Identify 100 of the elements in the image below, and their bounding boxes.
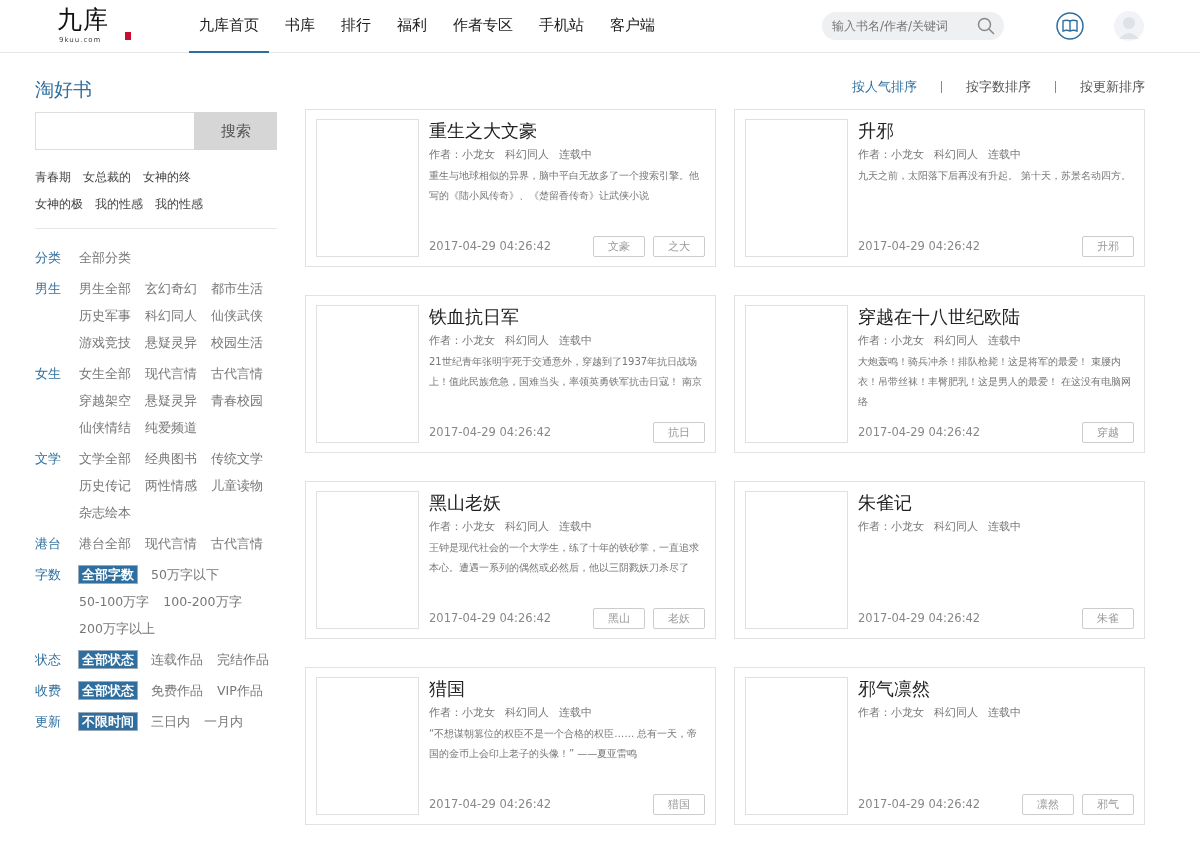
- tag-button[interactable]: 朱雀: [1082, 607, 1134, 629]
- nav-link[interactable]: 客户端: [600, 0, 665, 53]
- filter-option[interactable]: 全部状态: [78, 681, 138, 700]
- filter-option[interactable]: 玄幻奇幻: [144, 279, 198, 298]
- filter-option[interactable]: 悬疑灵异: [144, 391, 198, 410]
- filter-option[interactable]: 连载作品: [150, 650, 204, 669]
- filter-option[interactable]: 完结作品: [216, 650, 270, 669]
- filter-option[interactable]: 纯爱频道: [144, 418, 198, 437]
- filter-option[interactable]: 一月内: [203, 712, 244, 731]
- filter-option[interactable]: 儿童读物: [210, 476, 264, 495]
- search-field[interactable]: 输入书名/作者/关键词: [822, 12, 1004, 40]
- filter-option[interactable]: 古代言情: [210, 534, 264, 553]
- nav-link[interactable]: 书库: [275, 0, 325, 53]
- nav-link[interactable]: 手机站: [529, 0, 594, 53]
- book-title[interactable]: 邪气凛然: [858, 677, 1134, 701]
- filter-option[interactable]: 悬疑灵异: [144, 333, 198, 352]
- tag-link[interactable]: 我的性感: [95, 194, 143, 215]
- filter-option[interactable]: 都市生活: [210, 279, 264, 298]
- filter-option[interactable]: 游戏竞技: [78, 333, 132, 352]
- filter-option[interactable]: 50万字以下: [150, 565, 220, 584]
- filter-option[interactable]: 古代言情: [210, 364, 264, 383]
- filter-option[interactable]: 文学全部: [78, 449, 132, 468]
- book-title[interactable]: 朱雀记: [858, 491, 1134, 515]
- filter-option[interactable]: 青春校园: [210, 391, 264, 410]
- tag-button[interactable]: 黑山: [593, 607, 645, 629]
- filter-option[interactable]: 经典图书: [144, 449, 198, 468]
- filter-option[interactable]: 男生全部: [78, 279, 132, 298]
- nav-link[interactable]: 福利: [387, 0, 437, 53]
- book-cover[interactable]: [745, 305, 848, 443]
- tag-link[interactable]: 女神的终: [143, 167, 191, 188]
- filter-option[interactable]: 200万字以上: [78, 619, 156, 638]
- tag-link[interactable]: 女神的极: [35, 194, 83, 215]
- update-time: 2017-04-29 04:26:42: [429, 611, 552, 625]
- filter-option[interactable]: 现代言情: [144, 534, 198, 553]
- filter-option[interactable]: 科幻同人: [144, 306, 198, 325]
- search-icon[interactable]: [977, 17, 995, 35]
- filter-option[interactable]: 现代言情: [144, 364, 198, 383]
- tag-button[interactable]: 邪气: [1082, 793, 1134, 815]
- book-title[interactable]: 黑山老妖: [429, 491, 705, 515]
- book-summary: 21世纪青年张明宇死于交通意外，穿越到了1937年抗日战场上！值此民族危急，国难当头，率领英勇铁军抗击日寇！ 南京: [429, 355, 704, 389]
- nav-link[interactable]: 排行: [331, 0, 381, 53]
- nav-link[interactable]: 九库首页: [189, 0, 269, 53]
- tag-button[interactable]: 老妖: [653, 607, 705, 629]
- tag-link[interactable]: 女总裁的: [83, 167, 131, 188]
- book-title[interactable]: 升邪: [858, 119, 1134, 143]
- book-cover[interactable]: [316, 491, 419, 629]
- filter-option[interactable]: 全部分类: [78, 248, 132, 267]
- book-cover[interactable]: [316, 305, 419, 443]
- filter-option[interactable]: 50-100万字: [78, 592, 151, 611]
- book-cover[interactable]: [316, 119, 419, 257]
- tag-button[interactable]: 文豪: [593, 235, 645, 257]
- filter-option[interactable]: 传统文学: [210, 449, 264, 468]
- filter-option[interactable]: 不限时间: [78, 712, 138, 731]
- book-icon[interactable]: [1056, 12, 1084, 40]
- filter-option[interactable]: 穿越架空: [78, 391, 132, 410]
- sort-link[interactable]: 按更新排序: [1080, 78, 1145, 96]
- filter-option[interactable]: 历史军事: [78, 306, 132, 325]
- book-cover[interactable]: [316, 677, 419, 815]
- tag-button[interactable]: 穿越: [1082, 421, 1134, 443]
- filter-option[interactable]: 女生全部: [78, 364, 132, 383]
- book-title[interactable]: 重生之大文豪: [429, 119, 705, 143]
- book-summary: 重生与地球相似的异界，脑中平白无故多了一个搜索引擎。他写的《陆小凤传奇》、《楚留香传奇》让武侠小说: [429, 169, 700, 203]
- tag-link[interactable]: 青春期: [35, 167, 71, 188]
- status-text: 连载中: [988, 705, 1021, 720]
- sort-link[interactable]: 按人气排序: [852, 78, 917, 96]
- filter-option[interactable]: 免费作品: [150, 681, 204, 700]
- book-cover[interactable]: [745, 677, 848, 815]
- author-text: 作者：小龙女: [429, 519, 495, 534]
- filter-option[interactable]: 100-200万字: [162, 592, 243, 611]
- avatar-icon[interactable]: [1114, 11, 1144, 41]
- nav-link[interactable]: 作者专区: [443, 0, 523, 53]
- book-title[interactable]: 穿越在十八世纪欧陆: [858, 305, 1134, 329]
- book-cover[interactable]: [745, 119, 848, 257]
- tag-button[interactable]: 猎国: [653, 793, 705, 815]
- filter-option[interactable]: 三日内: [150, 712, 191, 731]
- book-title[interactable]: 猎国: [429, 677, 705, 701]
- tag-button[interactable]: 抗日: [653, 421, 705, 443]
- filter-option[interactable]: 校园生活: [210, 333, 264, 352]
- filter-option[interactable]: 杂志绘本: [78, 503, 132, 522]
- filter-label: 更新: [35, 713, 62, 731]
- book-summary: 大炮轰鸣！骑兵冲杀！排队枪毙！这是将军的最爱！ 束腰内衣！吊带丝袜！丰臀肥乳！这是男人的最爱！ 在这没有电脑网络: [858, 355, 1133, 409]
- sort-link[interactable]: 按字数排序: [966, 78, 1031, 96]
- filter-option[interactable]: 两性情感: [144, 476, 198, 495]
- search-field[interactable]: [35, 112, 194, 150]
- tag-button[interactable]: 升邪: [1082, 235, 1134, 257]
- tag-button[interactable]: 凛然: [1022, 793, 1074, 815]
- tag-button[interactable]: 之大: [653, 235, 705, 257]
- book-cover[interactable]: [745, 491, 848, 629]
- filter-option[interactable]: 仙侠情结: [78, 418, 132, 437]
- tag-link[interactable]: 我的性感: [155, 194, 203, 215]
- filter-option[interactable]: 仙侠武侠: [210, 306, 264, 325]
- update-time: 2017-04-29 04:26:42: [429, 425, 552, 439]
- filter-option[interactable]: 全部字数: [78, 565, 138, 584]
- filter-option[interactable]: VIP作品: [216, 681, 264, 700]
- search-button[interactable]: 搜索: [194, 112, 277, 150]
- filter-option[interactable]: 全部状态: [78, 650, 138, 669]
- filter-option[interactable]: 港台全部: [78, 534, 132, 553]
- book-title[interactable]: 铁血抗日军: [429, 305, 705, 329]
- update-time: 2017-04-29 04:26:42: [429, 797, 552, 811]
- filter-option[interactable]: 历史传记: [78, 476, 132, 495]
